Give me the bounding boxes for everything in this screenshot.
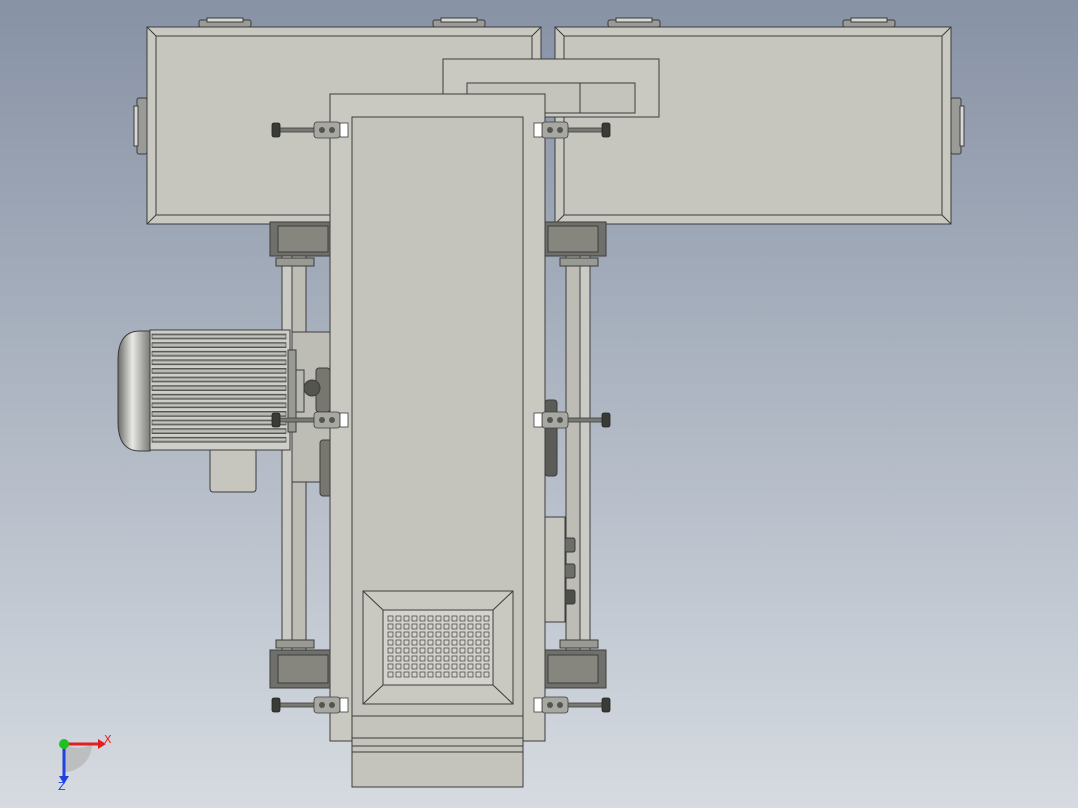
motor-fin [151, 376, 287, 383]
cad-viewport[interactable]: X Z [0, 0, 1078, 808]
right-tank-side-handle [950, 97, 965, 155]
cad-drawing: X Z [0, 0, 1078, 808]
motor-fin [151, 411, 287, 417]
x-axis-label: X [104, 733, 112, 746]
motor-fin [151, 436, 287, 443]
motor-fin [151, 368, 287, 374]
right-tank-handle-2 [842, 17, 896, 28]
motor-fin [151, 333, 287, 340]
motor-fin [151, 342, 287, 348]
motor-fin [151, 428, 287, 434]
motor-fin [151, 402, 287, 409]
motor-fin [151, 393, 287, 400]
motor-fin [151, 419, 287, 426]
motor-fin [151, 359, 287, 366]
motor-fin [151, 350, 287, 357]
right-tank [554, 17, 965, 225]
z-axis-label: Z [58, 780, 66, 793]
left-tank-handle-1 [198, 17, 252, 28]
motor-fin [151, 385, 287, 391]
perforated-outlet [362, 590, 514, 705]
left-tank-side-handle [133, 97, 148, 155]
right-tank-handle-1 [607, 17, 661, 28]
y-axis-dot [59, 739, 69, 749]
left-tank-handle-2 [432, 17, 486, 28]
